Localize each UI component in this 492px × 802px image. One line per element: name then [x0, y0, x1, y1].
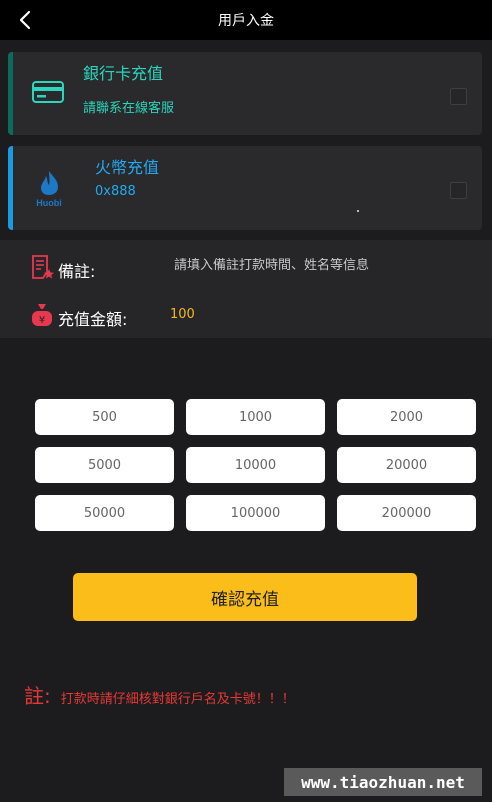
amount-option[interactable]: 500	[35, 399, 174, 435]
amount-option[interactable]: 5000	[35, 447, 174, 483]
amount-option[interactable]: 200000	[337, 495, 476, 531]
note-label: 備註:	[58, 262, 96, 281]
deposit-form: 備註: ¥ 充值金額:	[0, 240, 492, 338]
amount-option[interactable]: 50000	[35, 495, 174, 531]
credit-card-icon	[32, 81, 64, 103]
notice-label: 註:	[24, 684, 51, 708]
svg-text:¥: ¥	[39, 315, 45, 326]
page-title: 用戶入金	[218, 13, 274, 29]
amount-row: ¥ 充值金額:	[0, 296, 492, 336]
chevron-left-icon[interactable]	[14, 8, 38, 32]
decorative-dot	[357, 210, 359, 212]
huobi-logo-text: Huobi	[36, 198, 62, 208]
note-icon	[32, 255, 54, 279]
amount-option[interactable]: 100000	[186, 495, 325, 531]
payment-option-detail: 0x888	[95, 184, 136, 199]
payment-option-bank[interactable]: 銀行卡充值 請聯系在線客服	[8, 52, 482, 135]
notice-text: 打款時請仔細核對銀行戶名及卡號！！！	[60, 692, 295, 707]
accent-bar	[8, 146, 13, 230]
payment-option-detail: 請聯系在線客服	[83, 101, 175, 116]
amount-options: 500 1000 2000 5000 10000 20000 50000 100…	[35, 399, 476, 531]
amount-input[interactable]	[170, 307, 370, 322]
money-bag-icon: ¥	[32, 304, 52, 326]
select-checkbox[interactable]	[450, 88, 467, 105]
payment-option-name: 銀行卡充值	[83, 64, 164, 83]
amount-option[interactable]: 1000	[186, 399, 325, 435]
confirm-deposit-button[interactable]: 確認充值	[73, 573, 417, 621]
amount-option[interactable]: 2000	[337, 399, 476, 435]
accent-bar	[8, 52, 13, 135]
payment-option-huobi[interactable]: Huobi 火幣充值 0x888	[8, 146, 482, 230]
payment-option-name: 火幣充值	[95, 158, 160, 177]
note-row: 備註:	[0, 248, 492, 288]
huobi-logo: Huobi	[36, 171, 62, 208]
notice: 註: 打款時請仔細核對銀行戶名及卡號！！！	[24, 680, 295, 709]
amount-label: 充值金額:	[58, 310, 128, 329]
select-checkbox[interactable]	[450, 182, 467, 199]
amount-option[interactable]: 20000	[337, 447, 476, 483]
amount-option[interactable]: 10000	[186, 447, 325, 483]
note-input[interactable]	[174, 258, 454, 273]
watermark: www.tiaozhuan.net	[284, 768, 482, 796]
app-header: 用戶入金	[0, 0, 492, 40]
